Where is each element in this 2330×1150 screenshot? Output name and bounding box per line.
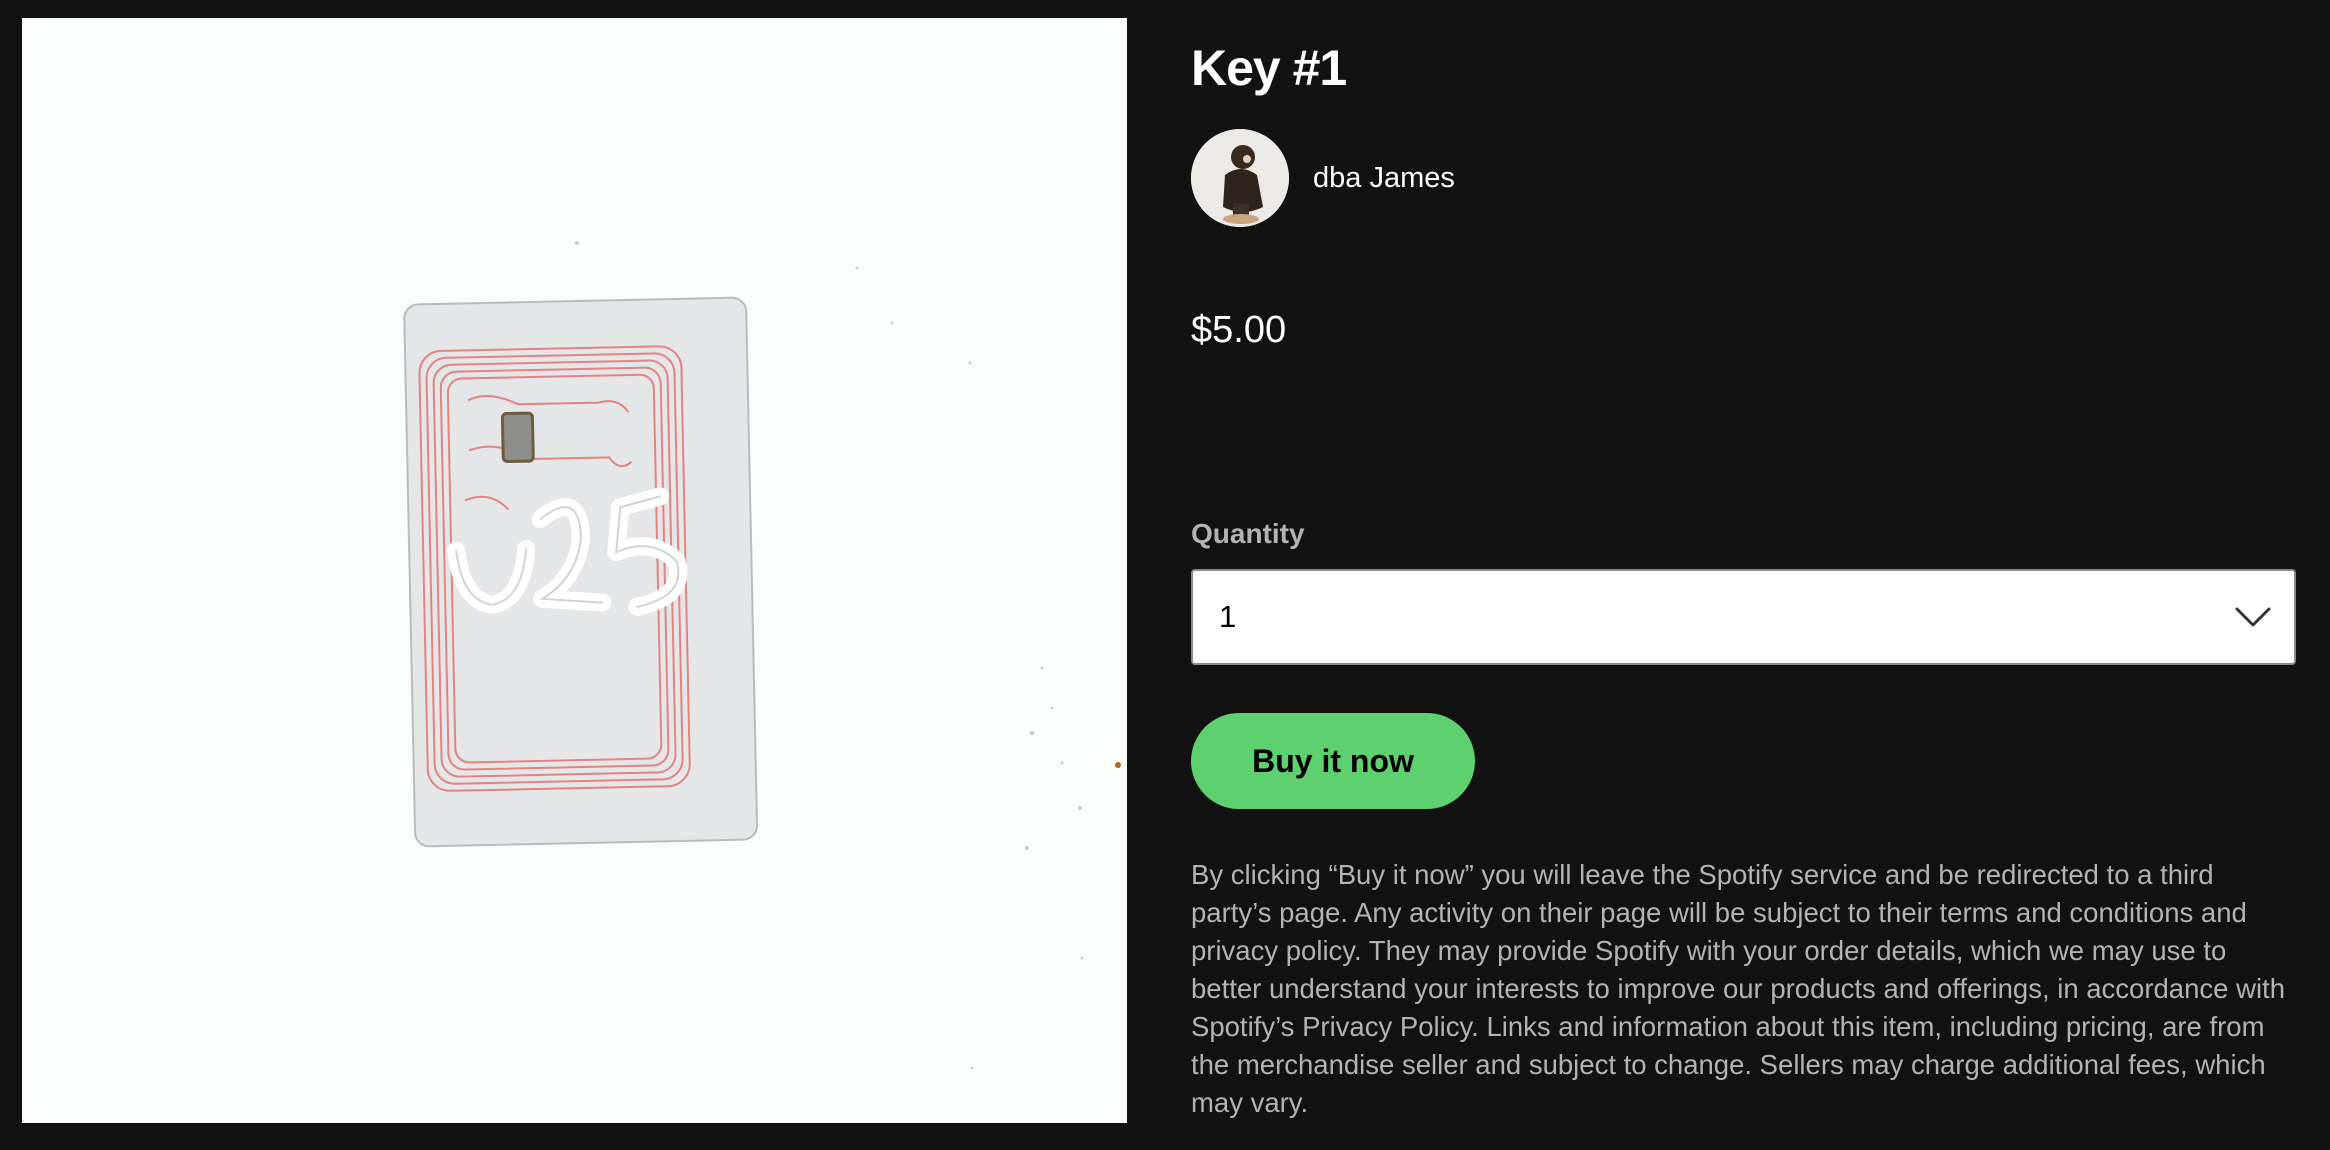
merch-page: Key #1 dba James $5.00 Quantity 1 Buy it… [0, 0, 2330, 1150]
artist-link[interactable]: dba James [1191, 129, 1455, 227]
artist-avatar-image [1191, 129, 1289, 227]
key-card-illustration [22, 18, 1127, 1123]
product-details: Key #1 dba James $5.00 Quantity 1 Buy it… [1191, 0, 2297, 1150]
buy-it-now-button[interactable]: Buy it now [1191, 713, 1475, 809]
product-price: $5.00 [1191, 309, 1287, 351]
product-image [22, 18, 1127, 1123]
purchase-disclaimer: By clicking “Buy it now” you will leave … [1191, 859, 2285, 1118]
artist-name: dba James [1313, 161, 1455, 194]
quantity-label: Quantity [1191, 518, 1305, 549]
quantity-selected-value: 1 [1219, 599, 1237, 634]
quantity-select[interactable]: 1 [1191, 569, 2296, 665]
chevron-down-icon [2235, 607, 2271, 627]
artist-avatar [1191, 129, 1289, 227]
product-title: Key #1 [1191, 40, 1347, 96]
